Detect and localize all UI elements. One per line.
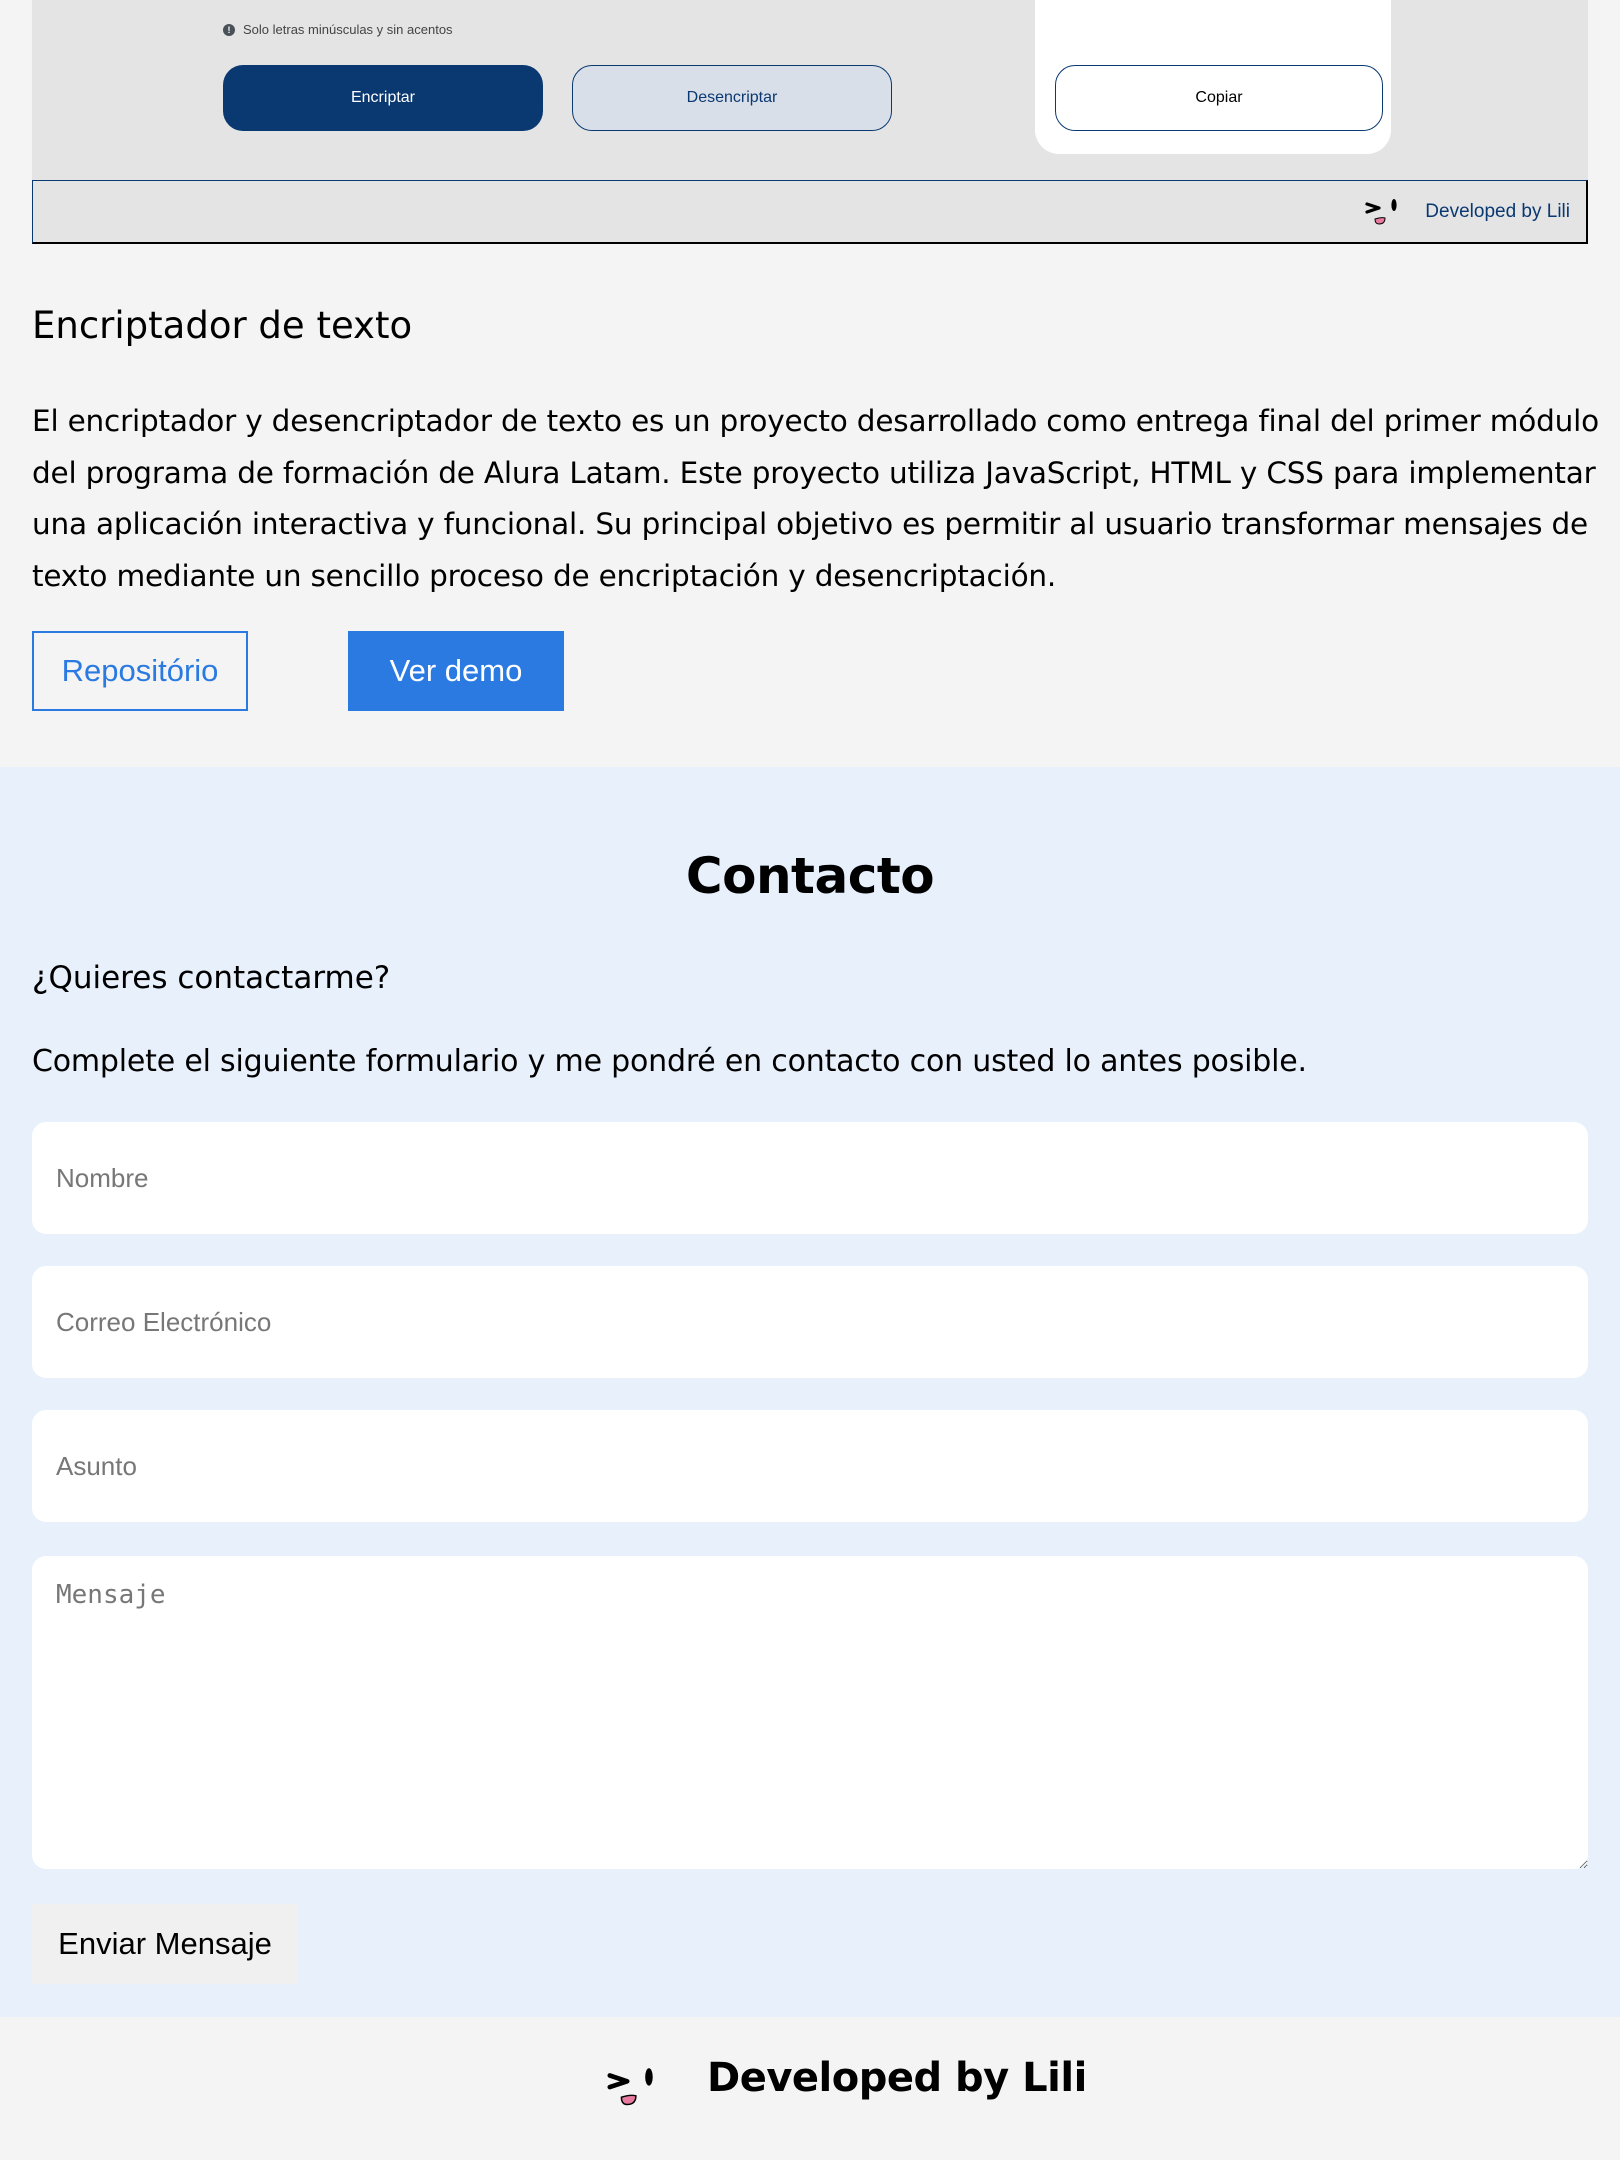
name-input[interactable] [32,1122,1588,1234]
preview-copy-button: Copiar [1055,65,1383,131]
email-input[interactable] [32,1266,1588,1378]
view-demo-button[interactable]: Ver demo [348,631,564,711]
preview-hint-text: Solo letras minúsculas y sin acentos [243,22,453,37]
contact-question: ¿Quieres contactarme? [32,960,391,996]
project-description: El encriptador y desencriptador de texto… [32,404,1600,593]
repository-button[interactable]: Repositório [32,631,248,711]
project-title: Encriptador de texto [32,304,413,347]
project-preview-image: ! Solo letras minúsculas y sin acentos E… [32,0,1588,244]
footer-text: Developed by Lili [707,2055,1087,2101]
contact-title: Contacto [685,847,935,905]
page-footer: Developed by Lili [0,2017,1620,2160]
info-icon: ! [223,23,235,36]
preview-encrypt-button: Encriptar [223,65,543,131]
send-message-button[interactable]: Enviar Mensaje [32,1904,298,1984]
contact-lead: Complete el siguiente formulario y me po… [32,1044,1307,1079]
preview-decrypt-button: Desencriptar [572,65,892,131]
winking-face-logo-icon [1365,199,1397,225]
subject-input[interactable] [32,1410,1588,1522]
message-textarea[interactable] [32,1556,1588,1869]
winking-face-logo-icon [607,2068,653,2106]
contact-section: Contacto ¿Quieres contactarme? Complete … [0,767,1620,2017]
preview-hint: ! Solo letras minúsculas y sin acentos [223,22,453,37]
preview-footer-text: Developed by Lili [1425,201,1570,222]
preview-footer: Developed by Lili [32,180,1588,244]
